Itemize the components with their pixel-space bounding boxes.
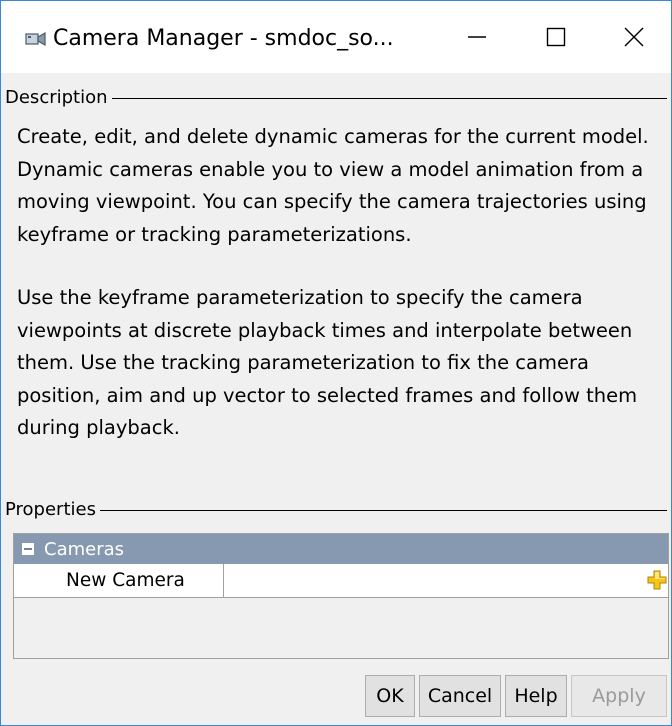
close-icon — [624, 27, 644, 47]
maximize-icon — [546, 27, 566, 47]
group-divider — [111, 98, 667, 99]
title-bar[interactable]: Camera Manager - smdoc_so... — [1, 1, 671, 73]
properties-group-label: Properties — [5, 499, 96, 520]
minimize-icon — [468, 36, 486, 38]
properties-group-header: Properties — [5, 495, 667, 525]
description-group-label: Description — [5, 87, 108, 108]
property-grid: Cameras New Camera — [13, 533, 669, 659]
maximize-button[interactable] — [521, 1, 591, 73]
help-button[interactable]: Help — [505, 675, 567, 717]
cameras-category-header[interactable]: Cameras — [14, 534, 668, 564]
close-button[interactable] — [599, 1, 669, 73]
group-divider — [99, 510, 667, 511]
camera-icon — [25, 31, 46, 47]
cameras-category-label: Cameras — [44, 538, 125, 560]
window-title: Camera Manager - smdoc_so... — [53, 26, 394, 51]
new-camera-label[interactable]: New Camera — [14, 564, 224, 597]
table-row[interactable]: New Camera — [14, 564, 668, 598]
description-text: Create, edit, and delete dynamic cameras… — [17, 121, 663, 445]
camera-manager-window: Camera Manager - smdoc_so... Description… — [0, 0, 672, 726]
description-group-header: Description — [5, 83, 667, 113]
description-paragraph-2: Use the keyframe parameterization to spe… — [17, 286, 638, 439]
collapse-minus-icon[interactable] — [22, 543, 34, 555]
minimize-button[interactable] — [442, 1, 512, 73]
description-paragraph-1: Create, edit, and delete dynamic cameras… — [17, 125, 649, 246]
cancel-button[interactable]: Cancel — [419, 675, 501, 717]
apply-button[interactable]: Apply — [571, 675, 667, 717]
ok-button[interactable]: OK — [365, 675, 415, 717]
add-camera-icon[interactable] — [646, 569, 668, 591]
